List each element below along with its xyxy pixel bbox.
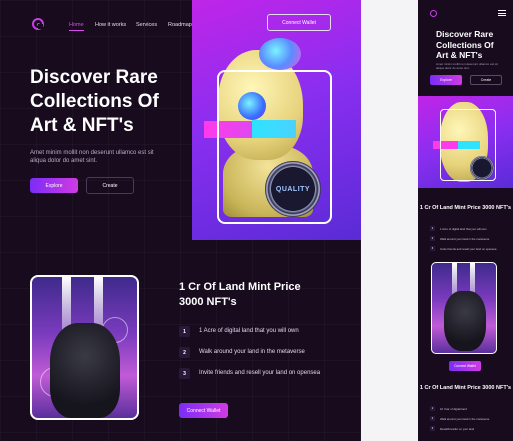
feature-text: Resell/transfer on your land <box>440 426 475 431</box>
hero-title-line-3: Art & NFT's <box>30 114 190 138</box>
seal-text: QUALITY <box>275 185 311 193</box>
feature-number: 2 <box>179 347 190 358</box>
mobile-feature-item: 3 Invite friends and resell your land on … <box>430 246 510 251</box>
nav-roadmap[interactable]: Roadmap <box>168 22 192 28</box>
feature-item: 1 1 Acre of digital land that you will o… <box>179 326 329 337</box>
feature-number: 1 <box>179 326 190 337</box>
connect-wallet-button-secondary[interactable]: Connect Wallet <box>179 403 228 418</box>
feature-item: 2 Walk around your land in the metaverse <box>179 347 329 358</box>
quality-seal-badge: QUALITY <box>265 161 321 217</box>
mobile-feature-item: 1 10 Year of digital land <box>430 406 510 411</box>
feature-text: 10 Year of digital land <box>440 406 467 411</box>
nav-how-it-works[interactable]: How it works <box>95 22 126 28</box>
hero-title: Discover Rare Collections Of Art & NFT's <box>30 66 190 138</box>
logo-icon[interactable] <box>32 18 44 30</box>
mobile-hero-art <box>418 96 513 188</box>
mobile-hero-title: Discover Rare Collections Of Art & NFT's <box>436 29 494 60</box>
mobile-feature-item: 3 Resell/transfer on your land <box>430 426 510 431</box>
nav-home[interactable]: Home <box>69 22 84 31</box>
feature-text: Walk around your land in the metaverse <box>199 349 305 355</box>
feature-number: 3 <box>430 246 435 251</box>
feature-number: 2 <box>430 236 435 241</box>
mobile-create-button[interactable]: Create <box>470 75 502 85</box>
hamburger-menu-icon[interactable] <box>498 10 506 18</box>
feature-number: 1 <box>430 226 435 231</box>
mobile-explore-button[interactable]: Explore <box>430 75 462 85</box>
nav-services[interactable]: Services <box>136 22 157 28</box>
feature-text: 1 Acre of digital land that you will own <box>199 328 299 334</box>
mobile-hero-subtitle: Amet minim mollit non deserunt ullamco e… <box>436 62 498 70</box>
feature-number: 1 <box>430 406 435 411</box>
feature-text: Walk around your land in the metaverse <box>440 236 490 241</box>
mobile-connect-wallet-button[interactable]: Connect Wallet <box>449 361 481 371</box>
desktop-mockup: Home How it works Services Roadmap QUALI… <box>0 0 361 441</box>
land-title-line-1: 1 Cr Of Land Mint Price <box>179 281 301 293</box>
feature-number: 3 <box>179 368 190 379</box>
create-button[interactable]: Create <box>86 177 134 194</box>
feature-text: 1 Acre of digital land that you will own <box>440 226 487 231</box>
mobile-nft-card-image <box>431 262 497 354</box>
mobile-feature-item: 1 1 Acre of digital land that you will ow… <box>430 226 510 231</box>
feature-text: Walk around your land in the metaverse <box>440 416 490 421</box>
mobile-land-title-2: 1 Cr Of Land Mint Price 3000 NFT's <box>419 385 512 391</box>
land-title-line-2: 3000 NFT's <box>179 296 237 308</box>
mobile-feature-item: 2 Walk around your land in the metaverse <box>430 236 510 241</box>
land-section-title: 1 Cr Of Land Mint Price 3000 NFT's <box>179 280 339 310</box>
nft-card-image <box>30 275 139 420</box>
feature-item: 3 Invite friends and resell your land on… <box>179 368 329 379</box>
mobile-land-title: 1 Cr Of Land Mint Price 3000 NFT's <box>419 205 512 211</box>
hero-subtitle: Amet minim mollit non deserunt ullamco e… <box>30 150 154 164</box>
connect-wallet-button[interactable]: Connect Wallet <box>267 14 331 31</box>
hero-title-line-1: Discover Rare <box>30 67 158 88</box>
feature-text: Invite friends and resell your land on o… <box>440 246 497 251</box>
feature-number: 3 <box>430 426 435 431</box>
feature-number: 2 <box>430 416 435 421</box>
mobile-logo-icon[interactable] <box>430 10 437 17</box>
mobile-mockup: Discover Rare Collections Of Art & NFT's… <box>418 0 513 441</box>
holographic-orb <box>259 38 301 70</box>
explore-button[interactable]: Explore <box>30 178 78 193</box>
hero-title-line-2: Collections Of <box>30 91 159 112</box>
hero-title-nft-highlight: NFT's <box>81 115 134 136</box>
feature-text: Invite friends and resell your land on o… <box>199 370 321 376</box>
hero-title-art: Art & <box>30 115 82 136</box>
mobile-feature-item: 2 Walk around your land in the metaverse <box>430 416 510 421</box>
